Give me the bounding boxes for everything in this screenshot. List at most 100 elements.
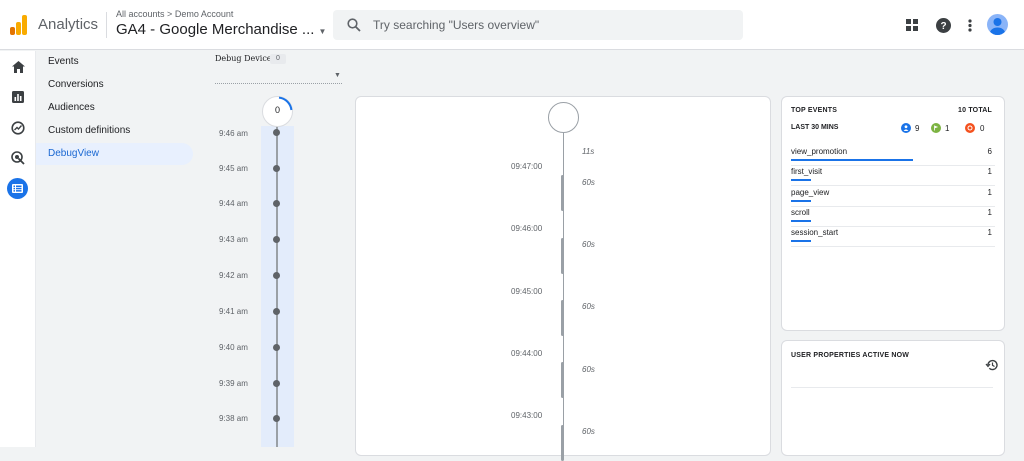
account-avatar-icon[interactable] (987, 14, 1008, 35)
event-share-bar (791, 220, 811, 222)
minute-dot[interactable] (273, 380, 280, 387)
reports-icon[interactable] (8, 87, 28, 107)
event-row[interactable]: session_start 1 (791, 227, 995, 247)
home-icon[interactable] (8, 57, 28, 77)
event-name: scroll (791, 208, 810, 217)
interval-duration: 60s (582, 178, 595, 187)
event-row[interactable]: view_promotion 6 (791, 146, 995, 166)
minute-label: 9:38 am (219, 414, 248, 423)
minute-dot[interactable] (273, 236, 280, 243)
interval-duration: 60s (582, 302, 595, 311)
history-icon[interactable] (985, 358, 999, 372)
help-icon[interactable]: ? (933, 15, 953, 35)
debug-device-count: 0 (270, 54, 286, 64)
interval-bar (561, 175, 564, 211)
breadcrumb-property[interactable]: Demo Account (175, 9, 234, 19)
debug-device-label: Debug Device (215, 54, 272, 63)
seconds-stream-top-circle[interactable] (548, 102, 579, 133)
header-divider (106, 12, 107, 38)
event-name: page_view (791, 188, 830, 197)
interval-duration: 60s (582, 240, 595, 249)
menu-item-events[interactable]: Events (36, 51, 194, 73)
svg-text:?: ? (940, 21, 946, 32)
minutes-stream-line (276, 126, 278, 447)
search-icon (347, 18, 361, 32)
menu-item-custom-definitions[interactable]: Custom definitions (36, 120, 194, 142)
event-row[interactable]: first_visit 1 (791, 166, 995, 186)
breadcrumb-separator: > (167, 9, 173, 19)
explore-icon[interactable] (8, 118, 28, 138)
event-count: 6 (987, 147, 992, 156)
event-share-bar (791, 179, 811, 181)
minutes-top-count: 0 (274, 105, 280, 115)
minute-label: 9:45 am (219, 164, 248, 173)
search-bar[interactable] (333, 10, 743, 40)
event-count: 1 (987, 188, 992, 197)
breadcrumb-account[interactable]: All accounts (116, 9, 165, 19)
top-events-period: LAST 30 MINS (791, 124, 839, 131)
minute-dot[interactable] (273, 308, 280, 315)
minute-dot[interactable] (273, 272, 280, 279)
error-event-icon (965, 123, 975, 133)
minute-dot[interactable] (273, 165, 280, 172)
minute-label: 9:43 am (219, 235, 248, 244)
second-marker-time: 09:45:00 (511, 287, 543, 296)
minute-dot[interactable] (273, 129, 280, 136)
top-events-title: TOP EVENTS (791, 107, 838, 114)
interval-duration: 60s (582, 365, 595, 374)
minute-dot[interactable] (273, 200, 280, 207)
advertising-icon[interactable] (8, 148, 28, 168)
configure-menu: Events Conversions Audiences Custom defi… (36, 51, 194, 447)
event-name: first_visit (791, 167, 823, 176)
event-row[interactable]: scroll 1 (791, 207, 995, 227)
person-event-icon (901, 123, 911, 133)
more-vert-icon[interactable] (960, 15, 980, 35)
second-marker-time: 09:43:00 (511, 411, 543, 420)
event-share-bar (791, 240, 811, 242)
property-name: GA4 - Google Merchandise ... (116, 21, 315, 38)
minute-label: 9:42 am (219, 271, 248, 280)
configure-icon[interactable] (7, 178, 28, 199)
breadcrumb[interactable]: All accounts > Demo Account (116, 9, 233, 19)
left-nav-rail (0, 51, 36, 447)
flag-conversion-icon (931, 123, 941, 133)
dropdown-caret-icon[interactable]: ▼ (334, 72, 341, 79)
interval-bar (561, 300, 564, 336)
user-properties-title: USER PROPERTIES ACTIVE NOW (791, 352, 910, 359)
minute-label: 9:39 am (219, 379, 248, 388)
minute-label: 9:41 am (219, 307, 248, 316)
debug-device-select[interactable] (215, 68, 342, 84)
second-marker-time: 09:44:00 (511, 349, 543, 358)
interval-duration: 11s (582, 147, 595, 156)
minute-label: 9:46 am (219, 129, 248, 138)
minute-dot[interactable] (273, 415, 280, 422)
event-name: view_promotion (791, 147, 848, 156)
conversions-count: 1 (945, 124, 950, 133)
minute-dot[interactable] (273, 344, 280, 351)
second-marker-time: 09:46:00 (511, 224, 543, 233)
menu-item-audiences[interactable]: Audiences (36, 97, 194, 119)
event-count: 1 (987, 208, 992, 217)
menu-item-conversions[interactable]: Conversions (36, 74, 194, 96)
event-share-bar (791, 200, 811, 202)
event-count: 1 (987, 228, 992, 237)
analytics-logo[interactable] (10, 15, 28, 35)
menu-item-debugview[interactable]: DebugView (36, 143, 193, 165)
minute-label: 9:40 am (219, 343, 248, 352)
caret-down-icon: ▼ (318, 27, 327, 36)
interval-duration: 60s (582, 427, 595, 436)
top-bar: Analytics All accounts > Demo Account GA… (0, 0, 1024, 50)
interval-bar (561, 238, 564, 274)
interval-bar (561, 362, 564, 398)
search-input[interactable] (373, 15, 733, 35)
property-selector[interactable]: GA4 - Google Merchandise ... ▼ (116, 21, 326, 38)
event-row[interactable]: page_view 1 (791, 187, 995, 207)
interval-bar (561, 425, 564, 461)
event-count: 1 (987, 167, 992, 176)
event-share-bar (791, 159, 913, 161)
apps-grid-icon[interactable] (902, 15, 922, 35)
app-name: Analytics (38, 16, 99, 33)
minute-label: 9:44 am (219, 199, 248, 208)
top-events-total: 10 TOTAL (958, 107, 993, 114)
event-name: session_start (791, 228, 839, 237)
